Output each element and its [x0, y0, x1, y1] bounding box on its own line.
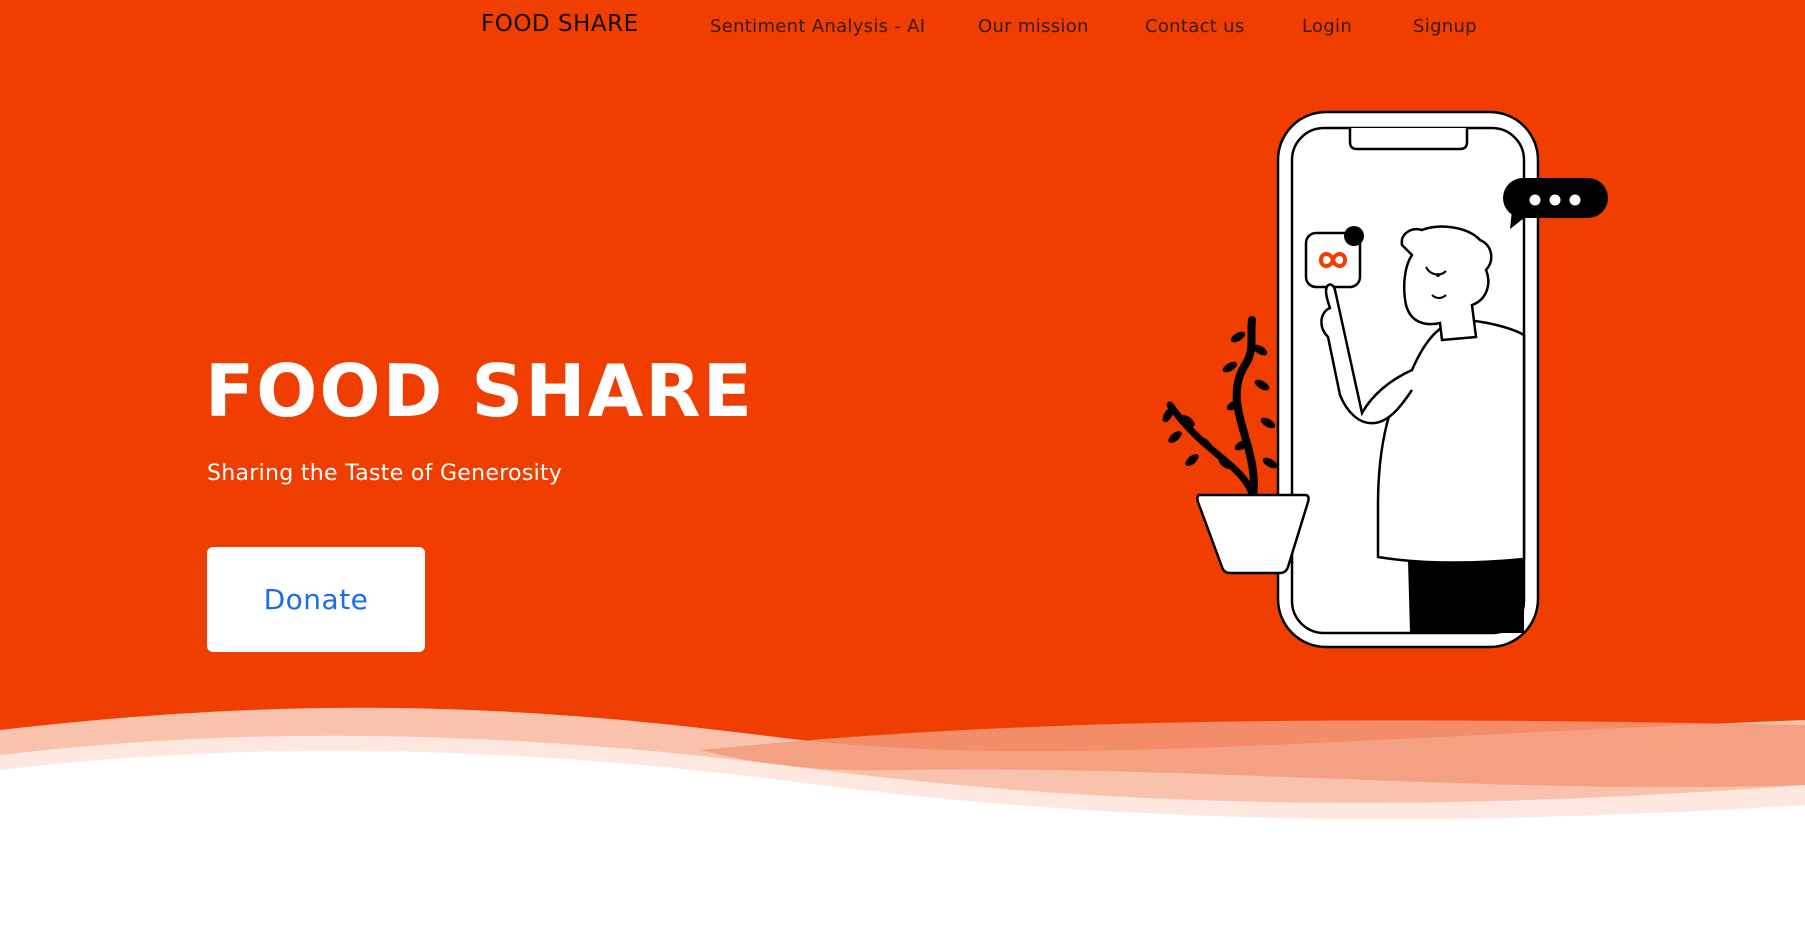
hero-illustration [1162, 110, 1608, 649]
hero-subtitle: Sharing the Taste of Generosity [207, 461, 563, 486]
wave-decoration [0, 707, 1805, 880]
donate-button[interactable]: Donate [207, 547, 425, 652]
chat-bubble-icon [1503, 178, 1608, 229]
hero-title: FOOD SHARE [205, 349, 754, 433]
app-infinity-icon [1304, 226, 1364, 289]
nav-link-our-mission[interactable]: Our mission [978, 16, 1089, 37]
nav-link-sentiment-analysis[interactable]: Sentiment Analysis - AI [710, 16, 925, 37]
nav-link-login[interactable]: Login [1302, 16, 1352, 37]
nav-link-contact-us[interactable]: Contact us [1145, 16, 1245, 37]
top-navigation: FOOD SHARE Sentiment Analysis - AI Our m… [0, 0, 1805, 54]
nav-link-signup[interactable]: Signup [1413, 16, 1477, 37]
nav-brand[interactable]: FOOD SHARE [481, 11, 639, 37]
page: FOOD SHARE Sentiment Analysis - AI Our m… [0, 0, 1805, 929]
